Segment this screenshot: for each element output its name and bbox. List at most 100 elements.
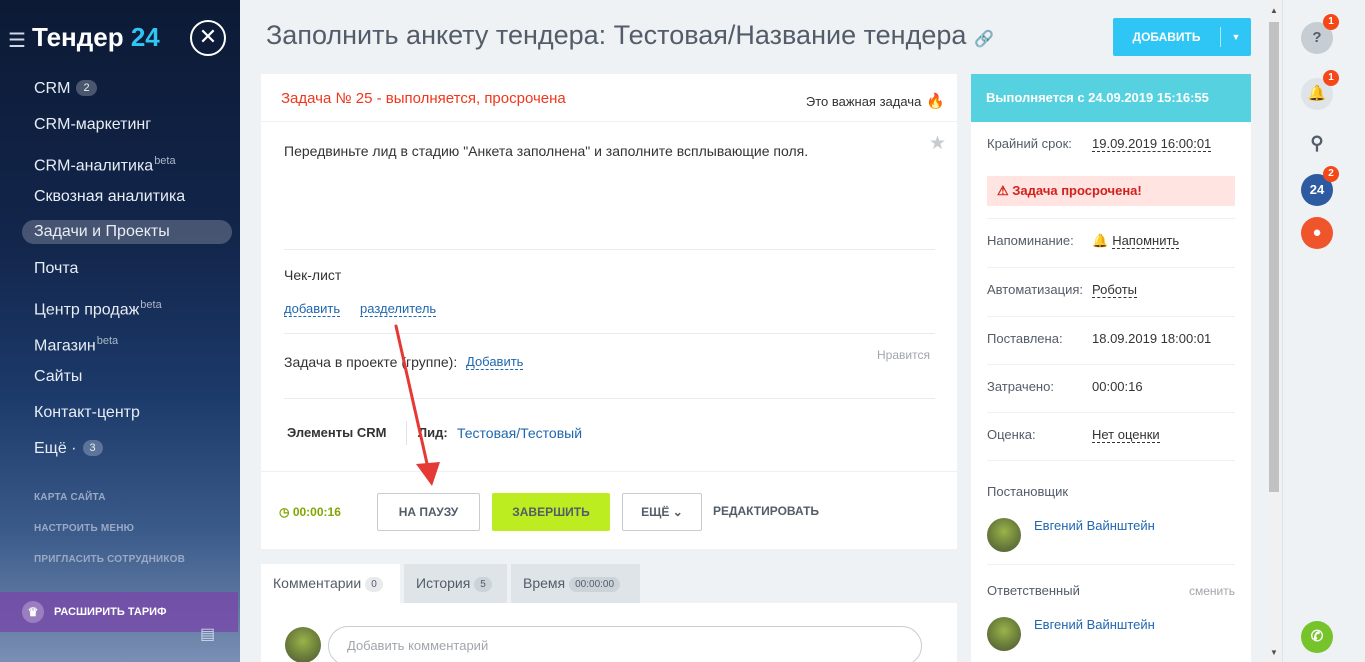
deadline-value[interactable]: 19.09.2019 16:00:01 [1092, 136, 1212, 152]
scroll-up-arrow[interactable]: ▲ [1270, 6, 1278, 15]
add-button[interactable]: ДОБАВИТЬ ▼ [1113, 18, 1251, 56]
user-icon: ● [1312, 224, 1322, 241]
avatar [987, 617, 1021, 651]
responsible-person[interactable]: Евгений Вайнштейн [987, 617, 1235, 653]
brand-logo[interactable]: Тендер 24 [32, 22, 160, 53]
divider [406, 421, 407, 445]
edit-button[interactable]: РЕДАКТИРОВАТЬ [711, 493, 821, 531]
invite-users-link[interactable]: ПРИГЛАСИТЬ СОТРУДНИКОВ [34, 554, 185, 585]
robots-link[interactable]: Роботы [1092, 282, 1138, 298]
tab-count: 00:00:00 [569, 577, 621, 592]
created-value: 18.09.2019 18:00:01 [1092, 331, 1212, 346]
checklist-add-link[interactable]: добавить [284, 301, 341, 317]
task-timer-value: 00:00:16 [292, 505, 341, 519]
sidebar-item-badge: 3 [82, 440, 103, 456]
important-task-toggle[interactable]: Это важная задача 🔥 [806, 92, 945, 110]
printer-icon[interactable]: ▤ [200, 624, 215, 644]
sidebar-item-label: Контакт-центр [34, 404, 140, 421]
left-sidebar: ☰ Тендер 24 ✕ CRM 2 CRM-маркетинг CRM-ана… [0, 0, 240, 662]
page-scrollbar[interactable]: ▲ ▼ [1267, 0, 1281, 662]
task-actions-footer: ◷ 00:00:16 НА ПАУЗУ ЗАВЕРШИТЬ ЕЩЁ ⌄ РЕДА… [261, 471, 957, 549]
sidebar-small-links: КАРТА САЙТА НАСТРОИТЬ МЕНЮ ПРИГЛАСИТЬ СО… [34, 492, 185, 585]
chevron-down-icon[interactable]: ▼ [1221, 18, 1251, 56]
star-icon[interactable]: ★ [929, 132, 946, 155]
sidebar-item-crm-analytics[interactable]: CRM-аналитикаbeta [22, 148, 232, 184]
sidebar-item-end-to-end-analytics[interactable]: Сквозная аналитика [22, 184, 232, 220]
sidebar-item-label: Центр продаж [34, 301, 140, 319]
help-button[interactable]: ? 1 [1301, 14, 1339, 54]
checklist-separator-link[interactable]: разделитель [360, 301, 437, 317]
tab-history[interactable]: История 5 [404, 564, 507, 603]
responsible-title: Ответственный [987, 583, 1080, 598]
bitrix24-counter: 2 [1323, 166, 1339, 182]
divider [987, 364, 1235, 365]
page-title-text: Заполнить анкету тендера: Тестовая/Назва… [266, 20, 967, 50]
add-button-label: ДОБАВИТЬ [1132, 30, 1201, 44]
checklist-title: Чек-лист [284, 267, 342, 283]
bitrix24-icon: 24 [1309, 182, 1325, 197]
pause-button[interactable]: НА ПАУЗУ [377, 493, 480, 531]
sidebar-item-crm[interactable]: CRM 2 [22, 76, 232, 112]
sidebar-item-more[interactable]: Ещё · 3 [22, 436, 232, 472]
scroll-down-arrow[interactable]: ▼ [1270, 648, 1278, 657]
chevron-down-icon: ⌄ [672, 505, 683, 519]
sidebar-item-sales-center[interactable]: Центр продажbeta [22, 292, 232, 328]
rating-link[interactable]: Нет оценки [1092, 427, 1160, 443]
bitrix24-button[interactable]: 24 2 [1301, 166, 1339, 206]
divider [284, 249, 935, 250]
reminder-link[interactable]: 🔔 Напомнить [1092, 233, 1180, 249]
change-responsible-link[interactable]: сменить [1189, 584, 1235, 598]
sitemap-link[interactable]: КАРТА САЙТА [34, 492, 185, 523]
sidebar-logo-row: ☰ Тендер 24 ✕ [0, 18, 240, 60]
tab-label: История [416, 575, 471, 591]
divider [987, 267, 1235, 268]
task-card: Задача № 25 - выполняется, просрочена Эт… [261, 74, 957, 549]
scrollbar-thumb[interactable] [1269, 22, 1279, 492]
tab-count: 0 [365, 577, 383, 592]
sidebar-item-tasks-projects[interactable]: Задачи и Проекты [22, 220, 232, 244]
task-description: Передвиньте лид в стадию "Анкета заполне… [284, 143, 809, 159]
search-button[interactable]: ⚲ [1301, 127, 1333, 159]
sidebar-item-contact-center[interactable]: Контакт-центр [22, 400, 232, 436]
divider [284, 333, 935, 334]
tab-count: 5 [474, 577, 492, 592]
brand-num: 24 [130, 22, 160, 52]
project-label: Задача в проекте (группе): [284, 354, 458, 370]
close-slider-button[interactable]: ✕ [190, 20, 226, 56]
creator-person[interactable]: Евгений Вайнштейн [987, 518, 1235, 554]
beta-tag: beta [154, 155, 176, 167]
overdue-alert: ⚠ Задача просрочена! [987, 176, 1235, 206]
sidebar-item-mail[interactable]: Почта [22, 256, 232, 292]
upgrade-plan-label: РАСШИРИТЬ ТАРИФ [54, 606, 167, 618]
sidebar-item-label: Сквозная аналитика [34, 188, 186, 205]
tab-comments[interactable]: Комментарии 0 [261, 564, 400, 603]
divider [987, 564, 1235, 565]
responsible-name: Евгений Вайнштейн [1034, 617, 1155, 632]
hamburger-menu-icon[interactable]: ☰ [8, 28, 26, 53]
notifications-button[interactable]: 🔔 1 [1301, 70, 1339, 110]
automation-label: Автоматизация: [987, 282, 1083, 297]
lead-label: Лид: [418, 425, 448, 440]
sidebar-item-sites[interactable]: Сайты [22, 364, 232, 400]
more-button[interactable]: ЕЩЁ ⌄ [622, 493, 702, 531]
more-button-label: ЕЩЁ [641, 505, 670, 519]
like-link[interactable]: Нравится [877, 348, 930, 362]
sidebar-item-crm-marketing[interactable]: CRM-маркетинг [22, 112, 232, 148]
lead-link[interactable]: Тестовая/Тестовый [457, 425, 582, 441]
copy-link-icon[interactable]: 🔗 [974, 31, 994, 48]
project-add-link[interactable]: Добавить [466, 354, 524, 370]
phone-icon: ✆ [1310, 628, 1324, 645]
help-icon: ? [1312, 29, 1322, 46]
configure-menu-link[interactable]: НАСТРОИТЬ МЕНЮ [34, 523, 185, 554]
phone-button[interactable]: ✆ [1301, 621, 1333, 653]
crown-icon: ♛ [22, 601, 44, 623]
divider [284, 398, 935, 399]
divider [987, 460, 1235, 461]
comment-input[interactable]: Добавить комментарий [328, 626, 922, 662]
user-profile-button[interactable]: ● [1301, 217, 1333, 249]
creator-name: Евгений Вайнштейн [1034, 518, 1155, 533]
right-toolbar: ? 1 🔔 1 ⚲ 24 2 ● ✆ [1282, 0, 1365, 662]
tab-time[interactable]: Время 00:00:00 [511, 564, 640, 603]
finish-button[interactable]: ЗАВЕРШИТЬ [492, 493, 610, 531]
sidebar-item-store[interactable]: Магазинbeta [22, 328, 232, 364]
